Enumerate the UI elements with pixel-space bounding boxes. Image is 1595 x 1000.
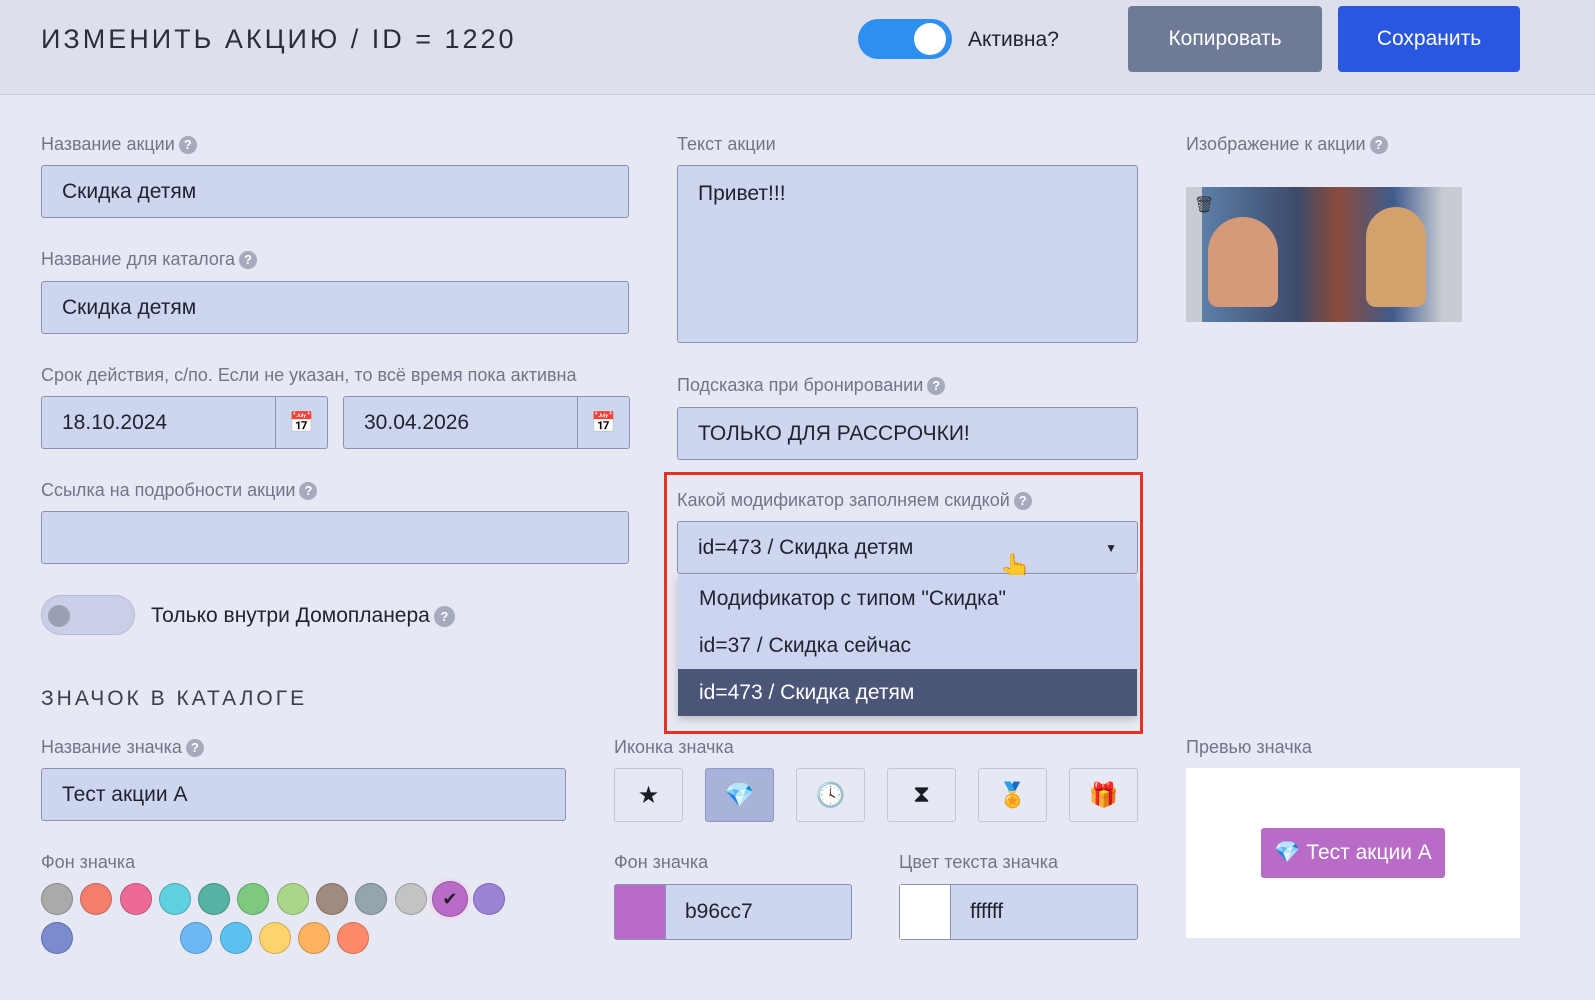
text-textarea[interactable]: Привет!!! <box>677 165 1138 343</box>
text-color-value: ffffff <box>970 900 1004 923</box>
color-swatch[interactable] <box>355 883 388 915</box>
inside-toggle[interactable] <box>41 595 135 635</box>
link-label: Ссылка на подробности акции? <box>41 480 318 501</box>
color-swatch[interactable]: ✔ <box>431 881 468 917</box>
active-label: Активна? <box>968 28 1059 51</box>
help-icon[interactable]: ? <box>239 251 258 270</box>
help-icon[interactable]: ? <box>185 739 204 758</box>
name-label: Название акции? <box>41 134 197 155</box>
copy-button[interactable]: Копировать <box>1128 6 1322 72</box>
color-swatch[interactable] <box>41 883 73 915</box>
badge-name-label: Название значка? <box>41 737 204 758</box>
help-icon[interactable]: ? <box>927 377 946 396</box>
color-swatch[interactable] <box>158 883 191 915</box>
color-swatch[interactable] <box>180 922 213 954</box>
catalog-label: Название для каталога? <box>41 249 258 270</box>
dropdown-option[interactable]: Модификатор с типом "Скидка" <box>678 575 1137 622</box>
hint-input[interactable]: ТОЛЬКО ДЛЯ РАССРОЧКИ! <box>677 407 1138 460</box>
hourglass-icon[interactable]: ⧗ <box>887 768 956 822</box>
hint-label: Подсказка при бронировании? <box>677 375 946 396</box>
calendar-icon[interactable]: 📅 <box>275 397 327 448</box>
help-icon[interactable]: ? <box>1369 136 1388 155</box>
star-icon[interactable]: ★ <box>614 768 683 822</box>
section-title: ЗНАЧОК В КАТАЛОГЕ <box>41 687 308 710</box>
color-swatch[interactable] <box>198 883 231 915</box>
text-label: Текст акции <box>677 134 776 154</box>
bg-color-input[interactable]: b96cc7 <box>614 884 852 940</box>
color-swatch[interactable] <box>276 883 309 915</box>
date-to-field[interactable]: 30.04.2026 📅 <box>343 396 630 449</box>
active-toggle[interactable] <box>858 19 952 59</box>
modifier-dropdown: Модификатор с типом "Скидка" id=37 / Ски… <box>678 575 1137 716</box>
trash-icon[interactable]: 🗑 <box>1194 195 1214 215</box>
inside-label: Только внутри Домопланера? <box>151 604 455 628</box>
badge-preview: 💎 Тест акции А <box>1261 828 1445 878</box>
text-color-swatch[interactable] <box>900 885 951 939</box>
caret-down-icon: ▼ <box>1105 540 1117 555</box>
date-from-field[interactable]: 18.10.2024 📅 <box>41 396 328 449</box>
preview-label: Превью значка <box>1186 737 1312 757</box>
badge-preview-text: Тест акции А <box>1306 841 1432 864</box>
color-swatch[interactable] <box>258 922 291 954</box>
help-icon[interactable]: ? <box>299 482 318 501</box>
bg-color-label: Фон значка <box>614 852 709 872</box>
color-swatch[interactable] <box>316 883 349 915</box>
catalog-input[interactable]: Скидка детям <box>41 281 629 334</box>
gift-icon[interactable]: 🎁 <box>1069 768 1138 822</box>
diamond-icon[interactable]: 💎 <box>705 768 774 822</box>
color-swatch[interactable] <box>219 922 252 954</box>
color-palette: ✔ <box>41 881 561 954</box>
preview-box: 💎 Тест акции А <box>1186 768 1520 938</box>
bg-color-swatch[interactable] <box>615 885 666 939</box>
image-label: Изображение к акции? <box>1186 134 1388 155</box>
dropdown-option-selected[interactable]: id=473 / Скидка детям <box>678 669 1137 716</box>
color-swatch[interactable] <box>298 922 331 954</box>
icon-label: Иконка значка <box>614 737 734 757</box>
color-swatch[interactable] <box>337 922 370 954</box>
save-button[interactable]: Сохранить <box>1338 6 1520 72</box>
name-input[interactable]: Скидка детям <box>41 165 629 218</box>
page-title: ИЗМЕНИТЬ АКЦИЮ / ID = 1220 <box>41 24 517 54</box>
bg-palette-label: Фон значка <box>41 852 136 872</box>
date-to-value: 30.04.2026 <box>364 410 470 434</box>
text-color-input[interactable]: ffffff <box>899 884 1138 940</box>
modifier-select[interactable]: id=473 / Скидка детям ▼ <box>677 521 1138 574</box>
link-input[interactable] <box>41 511 629 564</box>
color-swatch[interactable] <box>237 883 270 915</box>
modifier-selected-value: id=473 / Скидка детям <box>698 535 914 559</box>
modifier-label: Какой модификатор заполняем скидкой? <box>677 490 1032 511</box>
bg-color-value: b96cc7 <box>685 900 753 923</box>
help-icon[interactable]: ? <box>433 605 455 627</box>
period-label: Срок действия, с/по. Если не указан, то … <box>41 365 577 385</box>
help-icon[interactable]: ? <box>178 136 197 155</box>
promo-image[interactable]: 🗑 <box>1186 187 1462 322</box>
date-from-value: 18.10.2024 <box>62 410 168 434</box>
calendar-icon[interactable]: 📅 <box>577 397 629 448</box>
color-swatch[interactable] <box>394 883 427 915</box>
help-icon[interactable]: ? <box>1013 492 1032 511</box>
clock-icon[interactable]: 🕓 <box>796 768 865 822</box>
color-swatch[interactable] <box>473 883 506 915</box>
color-swatch[interactable] <box>80 883 113 915</box>
badge-name-input[interactable]: Тест акции А <box>41 768 566 821</box>
text-color-label: Цвет текста значка <box>899 852 1058 872</box>
diamond-icon: 💎 <box>1274 841 1301 864</box>
color-swatch[interactable] <box>119 883 152 915</box>
color-swatch[interactable] <box>41 922 73 954</box>
dropdown-option[interactable]: id=37 / Скидка сейчас <box>678 622 1137 669</box>
award-icon[interactable]: 🏅 <box>978 768 1047 822</box>
